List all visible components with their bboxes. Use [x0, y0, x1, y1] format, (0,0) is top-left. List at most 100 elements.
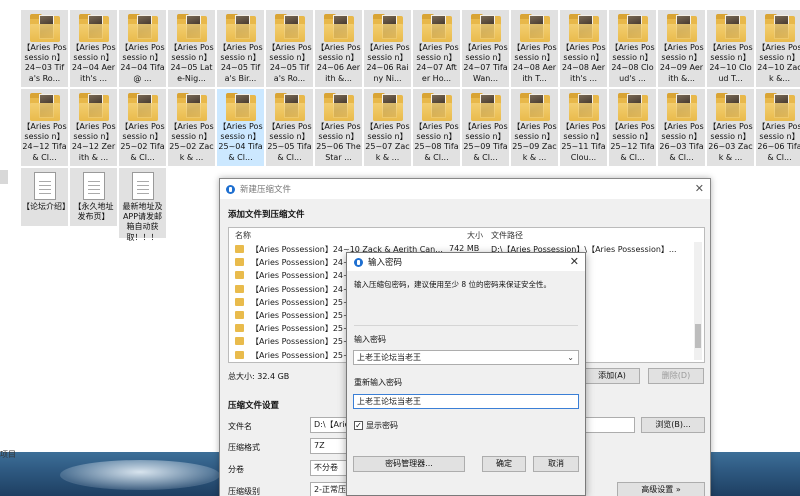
folder-item[interactable]: 【Aries Possessio n】25~06 The Star ... — [315, 89, 362, 166]
folder-icon — [666, 93, 697, 121]
folder-item[interactable]: 【Aries Possessio n】24~05 Late-Nig... — [168, 10, 215, 87]
folder-label: 【Aries Possessio n】25~12 Tifa & Cl... — [610, 122, 655, 162]
folder-item[interactable]: 【Aries Possessio n】24~08 Aerith T... — [511, 10, 558, 87]
folder-item[interactable]: 【Aries Possessio n】24~04 Tifa @ ... — [119, 10, 166, 87]
format-label: 压缩格式 — [228, 443, 260, 452]
folder-icon — [421, 93, 452, 121]
wallpaper-cloud — [60, 460, 220, 490]
folder-item[interactable]: 【Aries Possessio n】24~05 Tifa's Bir... — [217, 10, 264, 87]
folder-label: 【Aries Possessio n】24~12 Tifa & Cl... — [22, 122, 67, 162]
cancel-button[interactable]: 取消 — [533, 456, 579, 472]
document-icon — [82, 172, 105, 200]
folder-label: 【Aries Possessio n】26~03 Zack & ... — [708, 122, 753, 162]
close-icon[interactable]: ✕ — [695, 182, 704, 195]
folder-item[interactable]: 【Aries Possessio n】24~12 Tifa & Cl... — [21, 89, 68, 166]
ok-button[interactable]: 确定 — [482, 456, 526, 472]
document-icon — [131, 172, 154, 200]
folder-label: 【Aries Possessio n】24~05 Tifa's Ro... — [267, 43, 312, 83]
folder-icon — [323, 93, 354, 121]
folder-item[interactable]: 【Aries Possessio n】24~05 Tifa's Ro... — [266, 10, 313, 87]
column-path[interactable]: 文件路径 — [491, 230, 523, 241]
password-manager-button[interactable]: 密码管理器... — [353, 456, 465, 472]
folder-item[interactable]: 【Aries Possessio n】25~02 Zack & ... — [168, 89, 215, 166]
folder-item[interactable]: 【Aries Possessio n】24~04 Aerith's ... — [70, 10, 117, 87]
folder-item[interactable]: 【Aries Possessio n】25~02 Tifa & Cl... — [119, 89, 166, 166]
advanced-settings-button[interactable]: 高级设置 » — [617, 482, 705, 496]
document-item[interactable]: 【论坛介绍】 — [21, 168, 70, 226]
scrollbar-thumb[interactable] — [695, 324, 701, 348]
folder-item[interactable]: 【Aries Possessio n】25~09 Tifa & Cl... — [462, 89, 509, 166]
folder-icon — [323, 14, 354, 42]
folder-icon — [421, 14, 452, 42]
password-dialog: 输入密码 ✕ 输入压缩包密码，建议使用至少 8 位的密码来保证安全性。 输入密码… — [346, 252, 586, 496]
folder-icon — [176, 93, 207, 121]
close-icon[interactable]: ✕ — [570, 255, 579, 268]
file-list-scrollbar[interactable] — [694, 242, 702, 360]
folder-item[interactable]: 【Aries Possessio n】25~08 Tifa & Cl... — [413, 89, 460, 166]
document-item[interactable]: 【永久地址发布页】 — [70, 168, 117, 226]
folder-item[interactable]: 【Aries Possessio n】24~03 Tifa's Ro... — [21, 10, 68, 87]
file-list-header: 名称 大小 文件路径 — [229, 228, 704, 242]
folder-item[interactable]: 【Aries Possessio n】25~09 Zack & ... — [511, 89, 558, 166]
folder-icon — [78, 93, 109, 121]
folder-item[interactable]: 【Aries Possessio n】24~10 Cloud T... — [707, 10, 754, 87]
folder-label: 【Aries Possessio n】25~09 Zack & ... — [512, 122, 557, 162]
folder-item[interactable]: 【Aries Possessio n】25~11 Tifa Clou... — [560, 89, 607, 166]
folder-label: 【Aries Possessio n】24~07 After Ho... — [414, 43, 459, 83]
folder-item[interactable]: 【Aries Possessio n】26~06 Tifa & Cl... — [756, 89, 800, 166]
folder-icon — [617, 14, 648, 42]
folder-icon — [176, 14, 207, 42]
add-button[interactable]: 添加(A) — [584, 368, 640, 384]
folder-item[interactable]: 【Aries Possessio n】24~10 Zack &... — [756, 10, 800, 87]
folder-icon — [29, 14, 60, 42]
folder-item[interactable]: 【Aries Possessio n】24~07 Tifa Wan... — [462, 10, 509, 87]
folder-icon — [29, 93, 60, 121]
folder-item[interactable]: 【Aries Possessio n】26~03 Tifa & Cl... — [658, 89, 705, 166]
show-password-checkbox[interactable]: ✓ — [354, 421, 363, 430]
folder-item[interactable]: 【Aries Possessio n】25~05 Tifa & Cl... — [266, 89, 313, 166]
show-password-label[interactable]: 显示密码 — [366, 420, 398, 431]
chevron-down-icon[interactable]: ⌄ — [567, 351, 574, 364]
folder-item[interactable]: 【Aries Possessio n】24~06 Rainy Ni... — [364, 10, 411, 87]
folder-label: 【Aries Possessio n】24~06 Rainy Ni... — [365, 43, 410, 83]
column-size[interactable]: 大小 — [467, 230, 483, 241]
password-dialog-titlebar[interactable]: 输入密码 — [347, 253, 585, 271]
folder-icon — [470, 93, 501, 121]
folder-icon — [470, 14, 501, 42]
folder-item[interactable]: 【Aries Possessio n】24~08 Aerith's ... — [560, 10, 607, 87]
column-name[interactable]: 名称 — [235, 230, 251, 241]
folder-icon — [372, 14, 403, 42]
split-label: 分卷 — [228, 465, 244, 474]
folder-item[interactable]: 【Aries Possessio n】26~03 Zack & ... — [707, 89, 754, 166]
delete-button[interactable]: 删除(D) — [648, 368, 704, 384]
folder-item[interactable]: 【Aries Possessio n】25~07 Zack & ... — [364, 89, 411, 166]
folder-label: 【Aries Possessio n】25~05 Tifa & Cl... — [267, 122, 312, 162]
password-input[interactable]: 上老王论坛当老王 ⌄ — [353, 350, 579, 365]
reenter-password-input[interactable]: 上老王论坛当老王 — [353, 394, 579, 409]
folder-icon — [274, 93, 305, 121]
folder-item[interactable]: 【Aries Possessio n】25~04 Tifa & Cl... — [217, 89, 264, 166]
folder-item[interactable]: 【Aries Possessio n】24~08 Cloud's ... — [609, 10, 656, 87]
folder-icon — [127, 14, 158, 42]
folder-label: 【Aries Possessio n】24~10 Cloud T... — [708, 43, 753, 83]
folder-icon — [235, 350, 244, 359]
folder-label: 【Aries Possessio n】24~08 Cloud's ... — [610, 43, 655, 83]
folder-label: 【Aries Possessio n】25~07 Zack & ... — [365, 122, 410, 162]
document-label: 【永久地址发布页】 — [73, 202, 114, 222]
folder-label: 【Aries Possessio n】24~07 Tifa Wan... — [463, 43, 508, 83]
folder-item[interactable]: 【Aries Possessio n】24~06 Aerith &... — [315, 10, 362, 87]
folder-item[interactable]: 【Aries Possessio n】24~12 Zerith & ... — [70, 89, 117, 166]
folder-label: 【Aries Possessio n】25~02 Zack & ... — [169, 122, 214, 162]
folder-item[interactable]: 【Aries Possessio n】24~07 After Ho... — [413, 10, 460, 87]
folder-icon — [715, 14, 746, 42]
app-icon — [226, 184, 235, 194]
password-value: 上老王论坛当老王 — [357, 353, 421, 362]
folder-label: 【Aries Possessio n】24~04 Aerith's ... — [71, 43, 116, 83]
folder-item[interactable]: 【Aries Possessio n】25~12 Tifa & Cl... — [609, 89, 656, 166]
browse-button[interactable]: 浏览(B)... — [641, 417, 705, 433]
split-value: 不分卷 — [314, 463, 338, 472]
archive-dialog-titlebar[interactable]: 新建压缩文件 — [220, 179, 710, 199]
document-item[interactable]: 最新地址及APP请发邮箱自动获取！！！ — [119, 168, 166, 242]
total-size: 总大小: 32.4 GB — [228, 372, 290, 381]
folder-item[interactable]: 【Aries Possessio n】24~09 Aerith &... — [658, 10, 705, 87]
